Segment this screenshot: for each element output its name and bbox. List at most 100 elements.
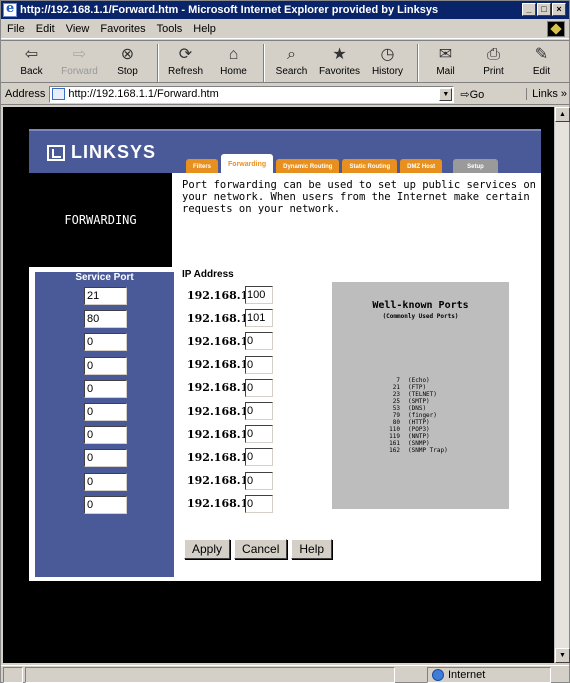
port-number: 53 bbox=[392, 405, 400, 412]
ip-address-row: 192.168.1. bbox=[187, 448, 273, 467]
toolbar-home-button[interactable]: ⌂ Home bbox=[211, 44, 256, 77]
menu-view[interactable]: View bbox=[66, 23, 90, 35]
toolbar-back-button[interactable]: ⇦ Back bbox=[9, 44, 54, 77]
ip-prefix: 192.168.1. bbox=[187, 497, 253, 511]
page-viewport: LINKSYS Filters Forwarding Dynamic Routi… bbox=[3, 107, 554, 663]
well-known-port-item: 7 (Echo) bbox=[386, 377, 448, 384]
ip-last-octet-input[interactable] bbox=[245, 448, 273, 467]
go-button[interactable]: ⇨Go bbox=[460, 88, 484, 101]
ip-address-row: 192.168.1. bbox=[187, 378, 273, 397]
service-port-input[interactable] bbox=[84, 379, 127, 398]
ip-last-octet-input[interactable] bbox=[245, 332, 273, 351]
port-name: (FTP) bbox=[408, 384, 427, 391]
service-port-input[interactable] bbox=[84, 472, 127, 491]
edit-icon: ✎ bbox=[534, 46, 549, 63]
status-bar: Internet bbox=[1, 665, 569, 683]
window-title: http://192.168.1.1/Forward.htm - Microso… bbox=[20, 4, 439, 16]
service-port-input[interactable] bbox=[84, 495, 127, 514]
favorites-icon: ★ bbox=[332, 46, 347, 63]
ip-last-octet-input[interactable] bbox=[245, 425, 273, 444]
scroll-up-icon[interactable]: ▲ bbox=[555, 107, 570, 122]
close-button[interactable]: × bbox=[552, 3, 566, 16]
toolbar-favorites-button[interactable]: ★ Favorites bbox=[317, 44, 362, 77]
ip-last-octet-input[interactable] bbox=[245, 355, 273, 374]
service-port-input[interactable] bbox=[84, 403, 127, 421]
links-button[interactable]: Links » bbox=[526, 88, 567, 100]
ip-last-octet-input[interactable] bbox=[245, 402, 273, 420]
toolbar-label: Print bbox=[483, 66, 504, 77]
well-known-port-item: 53 (DNS) bbox=[386, 405, 448, 412]
service-port-input[interactable] bbox=[84, 310, 127, 329]
toolbar-stop-button[interactable]: ⊗ Stop bbox=[105, 44, 150, 77]
port-number: 119 bbox=[389, 433, 400, 440]
service-port-input[interactable] bbox=[84, 426, 127, 445]
scroll-down-icon[interactable]: ▼ bbox=[555, 648, 570, 663]
address-input[interactable]: http://192.168.1.1/Forward.htm ▼ bbox=[49, 85, 455, 103]
ip-prefix: 192.168.1. bbox=[187, 334, 253, 348]
toolbar-forward-button[interactable]: ⇨ Forward bbox=[57, 44, 102, 77]
port-name: (NNTP) bbox=[408, 433, 430, 440]
cancel-button[interactable]: Cancel bbox=[234, 539, 288, 559]
tab-forwarding[interactable]: Forwarding bbox=[221, 154, 274, 175]
port-name: (SMTP) bbox=[408, 398, 430, 405]
status-page-icon bbox=[3, 666, 23, 683]
port-name: (TELNET) bbox=[408, 391, 437, 398]
port-name: (DNS) bbox=[408, 405, 427, 412]
port-number: 161 bbox=[389, 440, 400, 447]
port-number: 80 bbox=[392, 419, 400, 426]
ip-last-octet-input[interactable] bbox=[245, 471, 273, 490]
toolbar-print-button[interactable]: ⎙ Print bbox=[471, 44, 516, 77]
well-known-ports-box: Well-known Ports (Commonly Used Ports) 7… bbox=[332, 282, 509, 509]
toolbar-search-button[interactable]: ⌕ Search bbox=[269, 44, 314, 77]
brand-name: LINKSYS bbox=[71, 142, 157, 162]
vertical-scrollbar[interactable]: ▲ ▼ bbox=[554, 107, 570, 663]
menu-tools[interactable]: Tools bbox=[157, 23, 183, 35]
help-button[interactable]: Help bbox=[291, 539, 333, 559]
service-port-header: Service Port bbox=[75, 272, 134, 283]
back-arrow-icon: ⇦ bbox=[24, 46, 39, 63]
toolbar-history-button[interactable]: ◷ History bbox=[365, 44, 410, 77]
chevron-down-icon[interactable]: ▼ bbox=[439, 87, 453, 101]
menu-favorites[interactable]: Favorites bbox=[100, 23, 145, 35]
ip-last-octet-input[interactable] bbox=[245, 286, 273, 304]
ie-icon bbox=[3, 1, 17, 17]
ip-prefix: 192.168.1. bbox=[187, 358, 253, 372]
toolbar-label: Favorites bbox=[318, 66, 361, 77]
toolbar-edit-button[interactable]: ✎ Edit bbox=[519, 44, 564, 77]
service-port-input[interactable] bbox=[84, 287, 127, 305]
browser-window: http://192.168.1.1/Forward.htm - Microso… bbox=[0, 0, 570, 683]
ip-last-octet-input[interactable] bbox=[245, 378, 273, 397]
well-known-port-item: 80 (HTTP) bbox=[386, 419, 448, 426]
linksys-logo-icon bbox=[47, 144, 65, 161]
toolbar-mail-button[interactable]: ✉ Mail bbox=[423, 44, 468, 77]
address-bar: Address http://192.168.1.1/Forward.htm ▼… bbox=[1, 84, 569, 105]
maximize-button[interactable]: □ bbox=[537, 3, 551, 16]
ip-address-row: 192.168.1. bbox=[187, 286, 273, 304]
service-port-input[interactable] bbox=[84, 333, 127, 352]
minimize-button[interactable]: _ bbox=[522, 3, 536, 16]
toolbar-label: Mail bbox=[436, 66, 455, 77]
apply-button[interactable]: Apply bbox=[184, 539, 231, 559]
ip-last-octet-input[interactable] bbox=[245, 309, 273, 328]
service-port-input[interactable] bbox=[84, 449, 127, 468]
menu-file[interactable]: File bbox=[7, 23, 25, 35]
toolbar-refresh-button[interactable]: ⟳ Refresh bbox=[163, 44, 208, 77]
go-label: Go bbox=[469, 88, 485, 101]
port-name: (Echo) bbox=[408, 377, 430, 384]
page-icon bbox=[52, 88, 66, 100]
menu-edit[interactable]: Edit bbox=[36, 23, 55, 35]
toolbar-label: Refresh bbox=[167, 66, 203, 77]
port-name: (finger) bbox=[408, 412, 437, 419]
port-number: 110 bbox=[389, 426, 400, 433]
well-known-list: 7 (Echo) 21 (FTP) 23 (TELNET) 25 (SMTP) 53 (DNS) 7… bbox=[386, 377, 448, 454]
ip-prefix: 192.168.1. bbox=[187, 381, 253, 395]
title-bar[interactable]: http://192.168.1.1/Forward.htm - Microso… bbox=[1, 1, 569, 19]
ip-last-octet-input[interactable] bbox=[245, 494, 273, 513]
ip-prefix: 192.168.1. bbox=[187, 311, 253, 325]
service-port-input[interactable] bbox=[84, 356, 127, 375]
well-known-port-item: 21 (FTP) bbox=[386, 384, 448, 391]
toolbar-label: Stop bbox=[117, 66, 138, 77]
menu-help[interactable]: Help bbox=[193, 23, 216, 35]
well-known-port-item: 162 (SNMP Trap) bbox=[386, 447, 448, 454]
address-value: http://192.168.1.1/Forward.htm bbox=[68, 88, 219, 100]
